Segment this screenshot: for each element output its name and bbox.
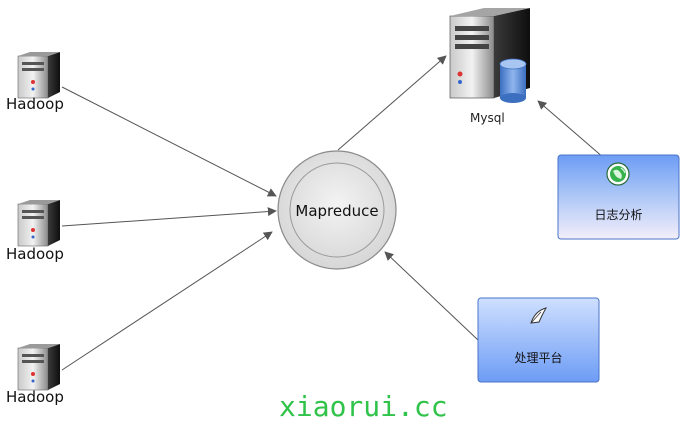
arrow-log-analysis-to-mysql [537, 100, 605, 159]
processing-platform-card-bg [477, 297, 600, 383]
watermark-text: xiaorui.cc [279, 390, 448, 423]
processing-platform-label: 处理平台 [514, 351, 563, 365]
hadoop-label-1: Hadoop [6, 95, 64, 113]
mapreduce-label: Mapreduce [295, 202, 379, 220]
mysql-label: Mysql [470, 111, 505, 125]
hadoop-label-2: Hadoop [6, 245, 64, 263]
log-analysis-label: 日志分析 [594, 208, 643, 222]
hadoop-server-icon [17, 52, 60, 99]
arrow-hadoop3-to-mapreduce [61, 231, 273, 371]
hadoop-server-icon [17, 200, 60, 247]
hadoop-server-icon [17, 344, 60, 391]
database-icon [499, 58, 527, 103]
arrow-mapreduce-to-mysql [337, 55, 447, 151]
globe-icon [606, 162, 630, 186]
hadoop-label-3: Hadoop [6, 388, 64, 406]
arrow-hadoop2-to-mapreduce [61, 207, 277, 227]
arrow-platform-to-mapreduce [384, 251, 479, 341]
arrow-hadoop1-to-mapreduce [61, 86, 277, 197]
